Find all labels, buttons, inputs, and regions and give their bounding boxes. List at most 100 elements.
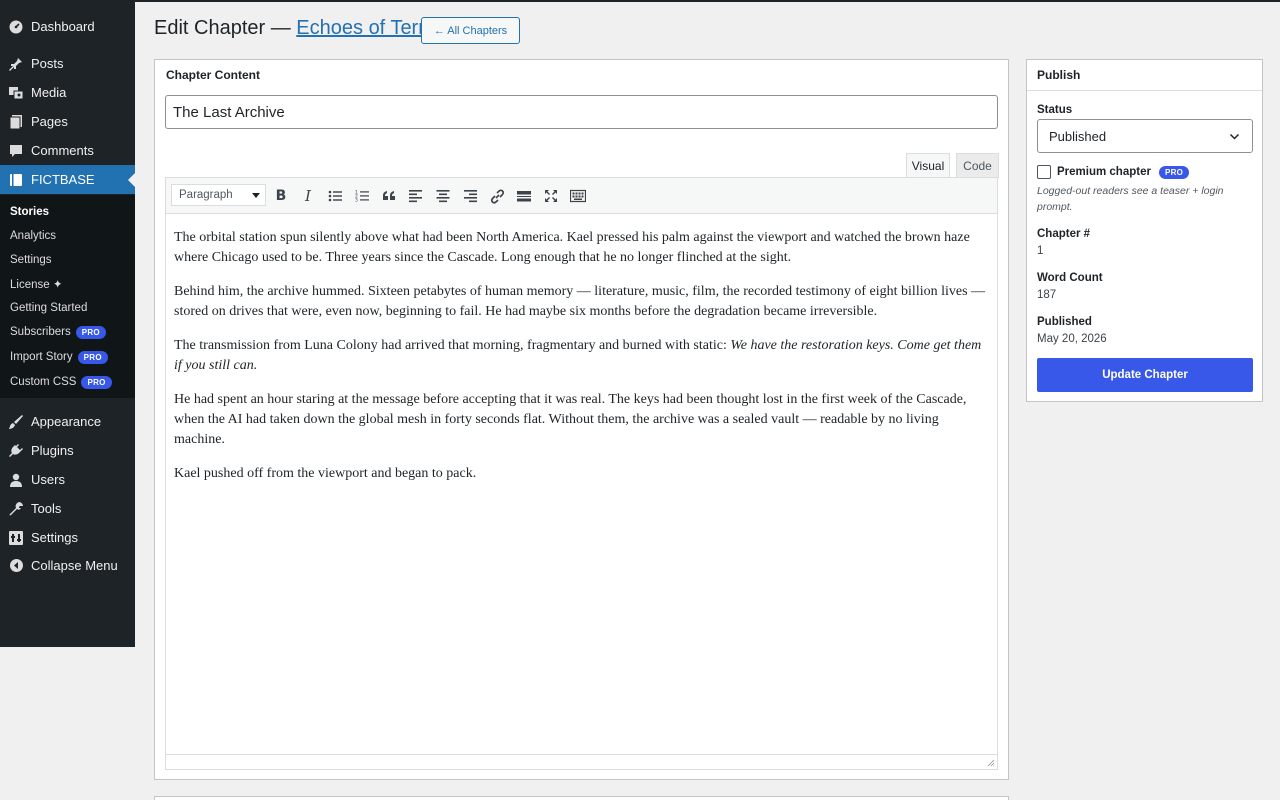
settings-icon [9, 530, 23, 545]
chapter-title-input[interactable] [165, 95, 998, 129]
sidebar-item-label: Collapse Menu [31, 558, 118, 573]
update-chapter-button[interactable]: Update Chapter [1037, 358, 1253, 392]
format-select[interactable]: Paragraph [171, 184, 266, 206]
submenu-label: Settings [10, 254, 52, 266]
publish-box: Publish Status Published Premium chapter… [1026, 59, 1263, 402]
chapter-number-value: 1 [1037, 245, 1044, 257]
story-link[interactable]: Echoes of Terra [296, 17, 436, 39]
sidebar-item-posts[interactable]: Posts [0, 49, 135, 78]
pro-badge: PRO [77, 350, 108, 364]
submenu-label: Analytics [10, 230, 57, 242]
pro-badge: PRO [1158, 165, 1190, 179]
submenu-label: License ✦ [10, 279, 63, 291]
wrench-icon [9, 501, 23, 516]
toolbar-toggle-button[interactable] [568, 186, 588, 206]
premium-chapter-checkbox[interactable] [1037, 165, 1051, 179]
tab-code[interactable]: Code [956, 153, 999, 178]
published-label: Published [1037, 316, 1092, 328]
read-more-button[interactable] [514, 186, 534, 206]
align-left-button[interactable] [406, 186, 426, 206]
dropdown-arrow-icon [252, 193, 260, 198]
fictbase-submenu: Stories Analytics Settings License ✦ Get… [0, 195, 135, 398]
collapse-icon [9, 559, 23, 573]
sidebar-item-dashboard[interactable]: Dashboard [0, 12, 135, 41]
paragraph: He had spent an hour staring at the mess… [174, 392, 967, 447]
pages-icon [9, 114, 23, 129]
rich-text-editor: Paragraph B I 123 The orbital station sp… [165, 177, 998, 770]
pro-badge: PRO [81, 375, 112, 389]
submenu-item-getting-started[interactable]: Getting Started [10, 299, 87, 317]
sidebar-item-label: Tools [31, 501, 62, 516]
editor-content[interactable]: The orbital station spun silently above … [174, 228, 991, 498]
sidebar-item-media[interactable]: Media [0, 78, 135, 107]
sidebar-item-fictbase[interactable]: FICTBASE [0, 165, 135, 194]
italic-icon: I [305, 187, 311, 205]
editor-toolbar: Paragraph B I 123 [166, 178, 997, 214]
sidebar-item-tools[interactable]: Tools [0, 494, 135, 523]
align-center-icon [436, 190, 450, 203]
fullscreen-icon [545, 190, 557, 202]
page-title: Edit Chapter — Echoes of Terra [154, 17, 436, 40]
resize-handle-icon[interactable] [987, 759, 995, 767]
status-select-value: Published [1049, 128, 1107, 144]
status-select[interactable]: Published [1037, 119, 1253, 153]
divider [1027, 90, 1262, 91]
sidebar-item-label: Settings [31, 530, 78, 545]
sidebar-item-pages[interactable]: Pages [0, 107, 135, 136]
align-right-button[interactable] [460, 186, 480, 206]
submenu-label: Custom CSS [10, 376, 77, 388]
sidebar-item-settings[interactable]: Settings [0, 523, 135, 552]
pro-badge: PRO [75, 325, 106, 339]
sidebar-item-comments[interactable]: Comments [0, 136, 135, 165]
word-count-value: 187 [1037, 289, 1057, 301]
submenu-item-subscribers[interactable]: Subscribers PRO [10, 323, 106, 341]
sidebar-item-label: Users [31, 472, 65, 487]
submenu-label: Subscribers [10, 326, 71, 338]
submenu-label: Import Story [10, 351, 73, 363]
sidebar-item-plugins[interactable]: Plugins [0, 436, 135, 465]
sidebar-item-label: Posts [31, 56, 64, 71]
word-count-label: Word Count [1037, 272, 1103, 284]
submenu-item-stories[interactable]: Stories [10, 203, 49, 221]
align-left-icon [409, 190, 422, 203]
top-edge [0, 0, 1280, 2]
user-icon [9, 473, 23, 487]
format-select-value: Paragraph [179, 189, 233, 201]
page-title-prefix: Edit Chapter — [154, 17, 297, 39]
blockquote-button[interactable] [379, 186, 399, 206]
bullet-list-icon [328, 190, 342, 202]
media-icon [9, 86, 23, 100]
premium-chapter-label: Premium chapter [1057, 166, 1151, 178]
sidebar-item-label: Appearance [31, 414, 102, 429]
all-chapters-button[interactable]: ← All Chapters [421, 17, 520, 44]
insert-link-button[interactable] [487, 186, 507, 206]
submenu-item-custom-css[interactable]: Custom CSS PRO [10, 373, 112, 391]
paragraph: Behind him, the archive hummed. Sixteen … [174, 284, 986, 319]
editor-statusbar [166, 754, 997, 769]
bold-button[interactable]: B [271, 186, 291, 206]
paragraph-text: The transmission from Luna Colony had ar… [174, 338, 731, 353]
submenu-item-settings[interactable]: Settings [10, 251, 52, 269]
tab-visual[interactable]: Visual [906, 153, 950, 178]
premium-chapter-row: Premium chapter PRO [1037, 165, 1190, 179]
quote-icon [383, 191, 395, 200]
submenu-item-analytics[interactable]: Analytics [10, 227, 56, 245]
align-center-button[interactable] [433, 186, 453, 206]
numbered-list-button[interactable]: 123 [352, 186, 372, 206]
sidebar-item-label: Pages [31, 114, 68, 129]
paragraph: Kael pushed off from the viewport and be… [174, 466, 477, 481]
bold-icon: B [275, 188, 287, 204]
submenu-item-license[interactable]: License ✦ [10, 275, 62, 293]
sidebar-item-users[interactable]: Users [0, 465, 135, 494]
fullscreen-button[interactable] [541, 186, 561, 206]
submenu-item-import-story[interactable]: Import Story PRO [10, 348, 108, 366]
submenu-label: Stories [10, 206, 49, 218]
sidebar-item-appearance[interactable]: Appearance [0, 407, 135, 436]
collapse-menu-button[interactable]: Collapse Menu [0, 551, 135, 580]
next-metabox [154, 796, 1009, 800]
bullet-list-button[interactable] [325, 186, 345, 206]
status-label: Status [1037, 104, 1073, 116]
pin-icon [9, 57, 23, 71]
italic-button[interactable]: I [298, 186, 318, 206]
chevron-down-icon [1229, 133, 1240, 140]
